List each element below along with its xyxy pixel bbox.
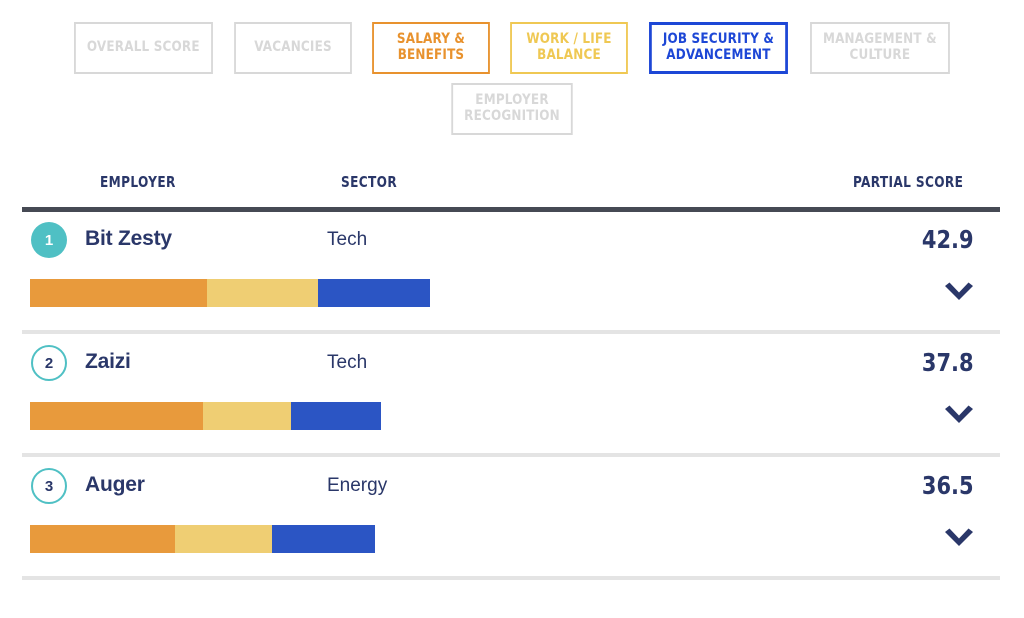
table-row-detail <box>0 517 1024 572</box>
table-row-summary: 1 Bit Zesty Tech 42.9 <box>0 211 1024 271</box>
tab-vacancies-label: VACANCIES <box>254 39 332 56</box>
bar-segment-yellow <box>203 402 291 430</box>
sector-name: Energy <box>327 475 388 496</box>
table-row-summary: 2 Zaizi Tech 37.8 <box>0 334 1024 394</box>
rank-number: 3 <box>44 477 54 495</box>
tab-management-and-culture-label-line1: MANAGEMENT & <box>822 31 937 48</box>
category-tabs-row-2: EMPLOYER RECOGNITION <box>0 83 1024 135</box>
employer-ranking-page: OVERALL SCORE VACANCIES SALARY & BENEFIT… <box>0 0 1024 618</box>
table-row-summary: 3 Auger Energy 36.5 <box>0 457 1024 517</box>
score-breakdown-bar <box>30 525 375 553</box>
bar-segment-orange <box>30 279 207 307</box>
chevron-down-icon[interactable] <box>942 281 976 305</box>
tab-employer-recognition[interactable]: EMPLOYER RECOGNITION <box>451 83 573 135</box>
tab-salary-and-benefits[interactable]: SALARY & BENEFITS <box>372 22 490 74</box>
bar-segment-blue <box>272 525 375 553</box>
sector-name: Tech <box>327 352 368 373</box>
ranking-list: 1 Bit Zesty Tech 42.9 2 Zaizi Tech 37.8 … <box>0 211 1024 580</box>
tab-overall-score[interactable]: OVERALL SCORE <box>74 22 213 74</box>
bar-segment-yellow <box>175 525 272 553</box>
category-tabs: OVERALL SCORE VACANCIES SALARY & BENEFIT… <box>0 0 1024 135</box>
tab-management-and-culture-label-line2: CULTURE <box>849 47 911 63</box>
table-row-detail <box>0 394 1024 449</box>
score-breakdown-bar <box>30 402 381 430</box>
tab-work-life-balance-label-line1: WORK / LIFE <box>526 31 612 48</box>
tab-work-life-balance[interactable]: WORK / LIFE BALANCE <box>510 22 628 74</box>
tab-job-security-and-advancement[interactable]: JOB SECURITY & ADVANCEMENT <box>649 22 788 74</box>
rank-number: 1 <box>44 231 54 249</box>
table-row[interactable]: 1 Bit Zesty Tech 42.9 <box>0 211 1024 334</box>
rank-badge: 2 <box>31 345 67 381</box>
partial-score-value: 42.9 <box>921 225 973 254</box>
tab-employer-recognition-label-line1: EMPLOYER <box>475 92 549 109</box>
bar-segment-blue <box>318 279 430 307</box>
table-row[interactable]: 2 Zaizi Tech 37.8 <box>0 334 1024 457</box>
tab-job-security-and-advancement-label-line1: JOB SECURITY & <box>662 31 775 48</box>
bar-segment-blue <box>291 402 381 430</box>
employer-name: Bit Zesty <box>85 227 172 250</box>
rank-number: 2 <box>44 354 54 372</box>
score-breakdown-bar <box>30 279 430 307</box>
chevron-down-icon[interactable] <box>942 404 976 428</box>
row-divider <box>22 576 1000 580</box>
table-row-detail <box>0 271 1024 326</box>
employer-name: Zaizi <box>85 350 131 373</box>
tab-overall-score-label: OVERALL SCORE <box>87 39 201 56</box>
category-tabs-row-1: OVERALL SCORE VACANCIES SALARY & BENEFIT… <box>0 22 1024 74</box>
tab-salary-and-benefits-label-line2: BENEFITS <box>397 47 465 63</box>
table-row[interactable]: 3 Auger Energy 36.5 <box>0 457 1024 580</box>
rank-badge: 1 <box>31 222 67 258</box>
partial-score-value: 36.5 <box>921 471 973 500</box>
employer-name: Auger <box>85 473 145 496</box>
partial-score-value: 37.8 <box>921 348 973 377</box>
table-header: EMPLOYER SECTOR PARTIAL SCORE <box>0 173 1024 212</box>
chevron-down-icon[interactable] <box>942 527 976 551</box>
bar-segment-orange <box>30 402 203 430</box>
column-header-employer: EMPLOYER <box>100 173 176 191</box>
bar-segment-yellow <box>207 279 318 307</box>
column-header-partial-score: PARTIAL SCORE <box>853 173 964 191</box>
tab-work-life-balance-label-line2: BALANCE <box>537 47 601 63</box>
rank-badge: 3 <box>31 468 67 504</box>
tab-employer-recognition-label-line2: RECOGNITION <box>464 108 560 124</box>
column-header-sector: SECTOR <box>341 173 398 191</box>
tab-management-and-culture[interactable]: MANAGEMENT & CULTURE <box>809 22 950 74</box>
tab-job-security-and-advancement-label-line2: ADVANCEMENT <box>666 47 771 63</box>
tab-vacancies[interactable]: VACANCIES <box>234 22 352 74</box>
sector-name: Tech <box>327 229 368 250</box>
bar-segment-orange <box>30 525 175 553</box>
tab-salary-and-benefits-label-line1: SALARY & <box>396 31 466 48</box>
